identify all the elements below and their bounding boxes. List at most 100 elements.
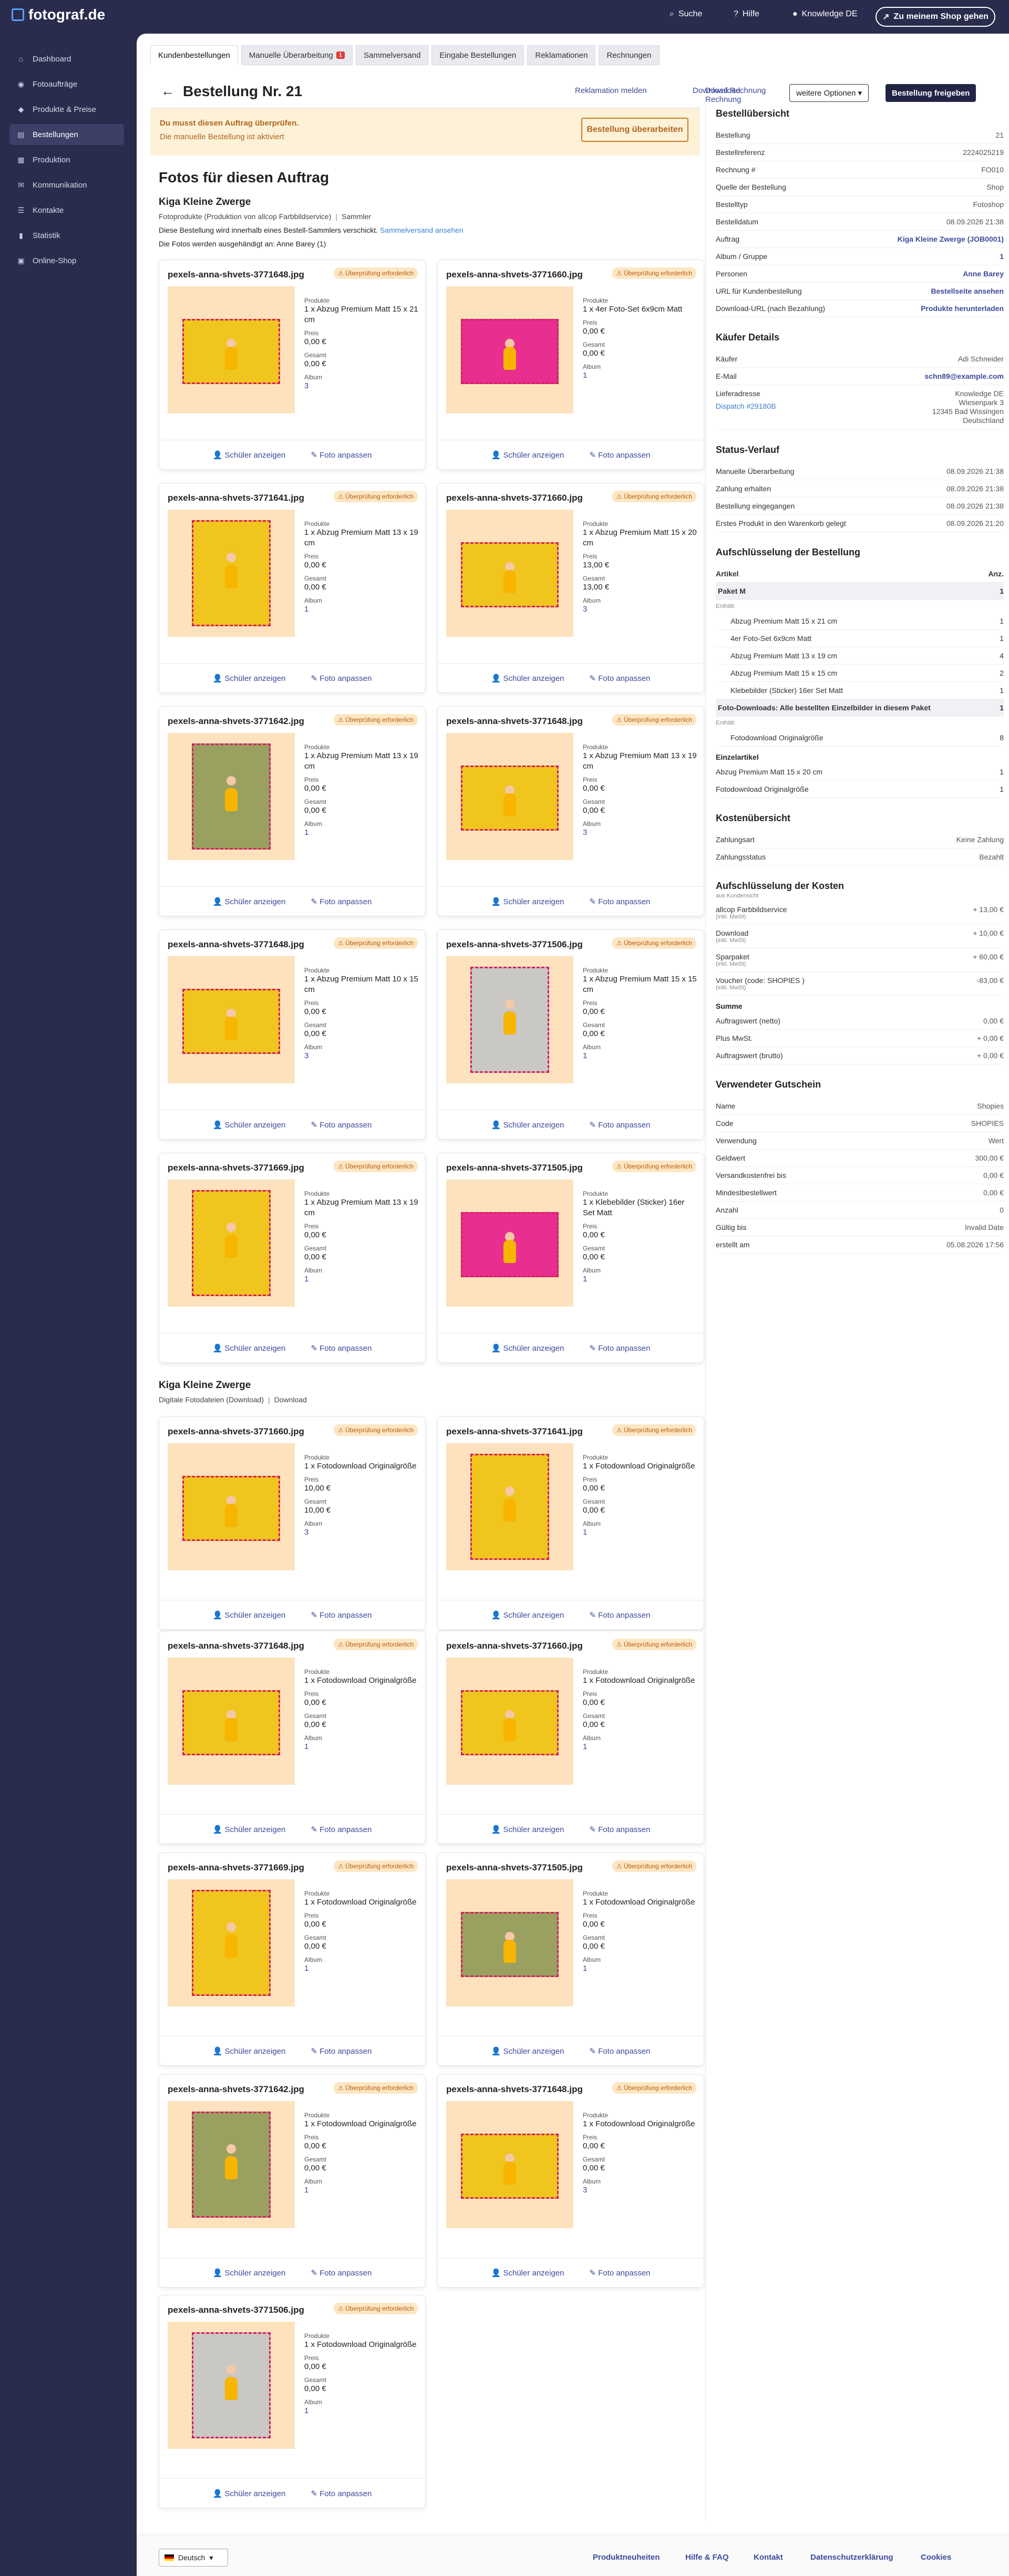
row-value[interactable]: Kiga Kleine Zwerge (JOB0001) bbox=[898, 235, 1004, 243]
language-select[interactable]: Deutsch ▾ bbox=[159, 2549, 228, 2567]
footer-link[interactable]: Produktneuheiten bbox=[593, 2553, 660, 2562]
more-options-button[interactable]: weitere Optionen ▾ bbox=[789, 84, 869, 102]
adjust-photo-button[interactable]: ✎ Foto anpassen bbox=[311, 897, 372, 906]
show-student-button[interactable]: 👤 Schüler anzeigen bbox=[491, 1120, 564, 1130]
tab-rechnungen[interactable]: Rechnungen bbox=[599, 45, 660, 65]
edit-order-button[interactable]: Bestellung überarbeiten bbox=[581, 118, 688, 142]
photo-thumbnail[interactable] bbox=[446, 733, 573, 860]
adjust-photo-button[interactable]: ✎ Foto anpassen bbox=[311, 1825, 372, 1834]
sidebar-item-bestellungen[interactable]: ▤ Bestellungen bbox=[9, 124, 124, 145]
footer-link[interactable]: Hilfe & FAQ bbox=[685, 2553, 729, 2562]
photo-thumbnail[interactable] bbox=[168, 1879, 295, 2006]
tab-eingabe-bestellungen[interactable]: Eingabe Bestellungen bbox=[431, 45, 524, 65]
photo-thumbnail[interactable] bbox=[168, 286, 295, 413]
sidebar-item-online-shop[interactable]: ▣ Online-Shop bbox=[9, 250, 124, 271]
adjust-photo-button[interactable]: ✎ Foto anpassen bbox=[589, 1343, 650, 1353]
adjust-photo-button[interactable]: ✎ Foto anpassen bbox=[589, 897, 650, 906]
adjust-photo-button[interactable]: ✎ Foto anpassen bbox=[589, 2268, 650, 2278]
adjust-photo-button[interactable]: ✎ Foto anpassen bbox=[311, 450, 372, 460]
show-student-button[interactable]: 👤 Schüler anzeigen bbox=[213, 2046, 286, 2056]
adjust-photo-button[interactable]: ✎ Foto anpassen bbox=[311, 1610, 372, 1620]
photo-thumbnail[interactable] bbox=[446, 286, 573, 413]
sidebar-item-produkte-preise[interactable]: ◆ Produkte & Preise bbox=[9, 99, 124, 120]
photo-thumbnail[interactable] bbox=[168, 956, 295, 1083]
show-student-button[interactable]: 👤 Schüler anzeigen bbox=[213, 897, 286, 906]
show-student-button[interactable]: 👤 Schüler anzeigen bbox=[213, 1610, 286, 1620]
adjust-photo-button[interactable]: ✎ Foto anpassen bbox=[589, 674, 650, 683]
photo-thumbnail[interactable] bbox=[446, 2101, 573, 2228]
photo-thumbnail[interactable] bbox=[168, 1180, 295, 1307]
sidebar-item-kontakte[interactable]: ☰ Kontakte bbox=[9, 200, 124, 221]
photo-thumbnail[interactable] bbox=[446, 1180, 573, 1307]
adjust-photo-button[interactable]: ✎ Foto anpassen bbox=[311, 2268, 372, 2278]
photo-thumbnail[interactable] bbox=[168, 2101, 295, 2228]
show-student-button[interactable]: 👤 Schüler anzeigen bbox=[491, 450, 564, 460]
download-invoice-link[interactable]: Download Rechnung bbox=[693, 86, 766, 95]
photo-thumbnail[interactable] bbox=[168, 1658, 295, 1785]
photo-thumbnail[interactable] bbox=[446, 956, 573, 1083]
sidebar-item-dashboard[interactable]: ⌂ Dashboard bbox=[9, 48, 124, 69]
adjust-photo-button[interactable]: ✎ Foto anpassen bbox=[589, 1825, 650, 1834]
photo-thumbnail[interactable] bbox=[168, 733, 295, 860]
show-student-button[interactable]: 👤 Schüler anzeigen bbox=[491, 674, 564, 683]
row-value[interactable]: Anne Barey bbox=[963, 270, 1004, 278]
photo-thumbnail[interactable] bbox=[168, 1443, 295, 1570]
photo-thumbnail[interactable] bbox=[446, 1443, 573, 1570]
show-student-button[interactable]: 👤 Schüler anzeigen bbox=[491, 2268, 564, 2278]
show-student-button[interactable]: 👤 Schüler anzeigen bbox=[213, 1825, 286, 1834]
adjust-photo-button[interactable]: ✎ Foto anpassen bbox=[589, 2046, 650, 2056]
tab-sammelversand[interactable]: Sammelversand bbox=[356, 45, 429, 65]
adjust-photo-button[interactable]: ✎ Foto anpassen bbox=[589, 1610, 650, 1620]
tab-reklamationen[interactable]: Reklamationen bbox=[527, 45, 596, 65]
sidebar-item-fotoauftr-ge[interactable]: ◉ Fotoaufträge bbox=[9, 74, 124, 95]
footer-link[interactable]: Cookies bbox=[921, 2553, 951, 2562]
adjust-photo-button[interactable]: ✎ Foto anpassen bbox=[311, 674, 372, 683]
show-student-button[interactable]: 👤 Schüler anzeigen bbox=[491, 1610, 564, 1620]
adjust-photo-button[interactable]: ✎ Foto anpassen bbox=[311, 1343, 372, 1353]
footer-link[interactable]: Kontakt bbox=[754, 2553, 783, 2562]
tab-manuelle-berarbeitung[interactable]: Manuelle Überarbeitung 1 bbox=[241, 45, 353, 65]
show-student-button[interactable]: 👤 Schüler anzeigen bbox=[491, 1825, 564, 1834]
adjust-photo-button[interactable]: ✎ Foto anpassen bbox=[311, 2489, 372, 2498]
adjust-photo-button[interactable]: ✎ Foto anpassen bbox=[311, 1120, 372, 1130]
account-menu[interactable]: ● Knowledge DE bbox=[792, 9, 858, 19]
info-value-total: 13,00 € bbox=[583, 583, 610, 592]
show-student-button[interactable]: 👤 Schüler anzeigen bbox=[213, 1343, 286, 1353]
collector-link[interactable]: Sammelversand ansehen bbox=[380, 226, 464, 234]
show-student-button[interactable]: 👤 Schüler anzeigen bbox=[213, 1120, 286, 1130]
go-to-shop-button[interactable]: ↗ Zu meinem Shop gehen bbox=[876, 7, 995, 27]
sidebar-item-produktion[interactable]: ▦ Produktion bbox=[9, 149, 124, 170]
adjust-photo-button[interactable]: ✎ Foto anpassen bbox=[589, 450, 650, 460]
tab-kundenbestellungen[interactable]: Kundenbestellungen bbox=[150, 45, 238, 65]
footer-link[interactable]: Datenschutzerklärung bbox=[810, 2553, 893, 2562]
photo-thumbnail[interactable] bbox=[168, 510, 295, 637]
show-student-button[interactable]: 👤 Schüler anzeigen bbox=[491, 897, 564, 906]
release-order-button[interactable]: Bestellung freigeben bbox=[886, 84, 976, 102]
adjust-photo-button[interactable]: ✎ Foto anpassen bbox=[589, 1120, 650, 1130]
back-arrow-icon[interactable]: ← bbox=[161, 83, 174, 99]
search-link[interactable]: ⌕ Suche bbox=[670, 9, 702, 19]
photo-thumbnail[interactable] bbox=[168, 2322, 295, 2449]
show-student-button[interactable]: 👤 Schüler anzeigen bbox=[213, 2489, 286, 2498]
row-value[interactable]: 1 bbox=[1000, 252, 1004, 261]
adjust-photo-button[interactable]: ✎ Foto anpassen bbox=[311, 2046, 372, 2056]
show-student-button[interactable]: 👤 Schüler anzeigen bbox=[213, 2268, 286, 2278]
product-info: Produkte 1 x Abzug Premium Matt 13 x 19 c… bbox=[583, 739, 698, 838]
row-value[interactable]: Bestellseite ansehen bbox=[931, 287, 1004, 295]
show-student-button[interactable]: 👤 Schüler anzeigen bbox=[491, 2046, 564, 2056]
sidebar-item-statistik[interactable]: ▮ Statistik bbox=[9, 225, 124, 246]
sidebar-item-kommunikation[interactable]: ✉ Kommunikation bbox=[9, 174, 124, 195]
report-complaint-link[interactable]: Reklamation melden bbox=[575, 86, 647, 95]
photo-thumbnail[interactable] bbox=[446, 1879, 573, 2006]
row-value[interactable]: Produkte herunterladen bbox=[921, 304, 1004, 313]
row-value[interactable]: schn89@example.com bbox=[924, 372, 1004, 380]
logo[interactable]: fotograf.de bbox=[12, 6, 105, 23]
show-student-button[interactable]: 👤 Schüler anzeigen bbox=[213, 450, 286, 460]
help-link[interactable]: ? Hilfe bbox=[734, 9, 759, 19]
button-label: Foto anpassen bbox=[320, 2268, 372, 2278]
show-student-button[interactable]: 👤 Schüler anzeigen bbox=[491, 1343, 564, 1353]
show-student-button[interactable]: 👤 Schüler anzeigen bbox=[213, 674, 286, 683]
dispatch-link[interactable]: Dispatch #29180B bbox=[716, 402, 776, 410]
photo-thumbnail[interactable] bbox=[446, 510, 573, 637]
photo-thumbnail[interactable] bbox=[446, 1658, 573, 1785]
